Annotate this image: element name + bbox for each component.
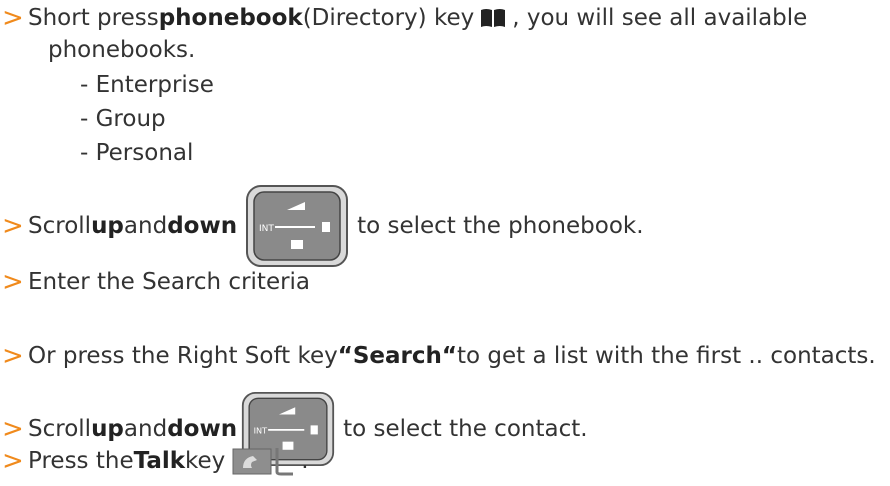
step-bold: down	[167, 416, 238, 442]
step-text: and	[123, 416, 168, 442]
step-text: to select the contact.	[343, 416, 588, 442]
step-text: to get a list with the first .. contacts…	[457, 343, 876, 369]
bullet-arrow: >	[2, 267, 24, 297]
step-text: and	[123, 213, 168, 239]
step-bold: down	[167, 213, 238, 239]
bullet-arrow: >	[2, 341, 24, 371]
talk-key-icon	[232, 448, 294, 476]
step-bold: “Search“	[337, 343, 458, 369]
step-bold: phonebook	[158, 5, 303, 31]
step-search: > Or press the Right Soft key “Search“ t…	[2, 342, 876, 370]
phonebook-item: - Enterprise	[80, 72, 214, 98]
step-text: Scroll	[28, 213, 92, 239]
step-text: , you will see all available	[512, 5, 808, 31]
step-bold: up	[91, 213, 124, 239]
step-phonebook: > Short press phonebook (Directory) key …	[2, 4, 807, 32]
step-bold: Talk	[133, 448, 186, 474]
nav-int-label: INT	[254, 426, 267, 436]
step-text: Scroll	[28, 416, 92, 442]
bullet-arrow: >	[2, 3, 24, 33]
step-continuation: phonebooks.	[48, 37, 196, 63]
nav-int-label: INT	[259, 224, 274, 234]
nav-key-icon: INT	[246, 185, 349, 267]
book-icon	[481, 9, 506, 27]
step-bold: up	[91, 416, 124, 442]
step-text: Or press the Right Soft key	[28, 343, 338, 369]
phonebook-item: - Group	[80, 106, 166, 132]
step-text: Short press	[28, 5, 159, 31]
bullet-arrow: >	[2, 414, 24, 444]
step-text: key	[185, 448, 226, 474]
step-text: (Directory) key	[302, 5, 475, 31]
step-enter-criteria: > Enter the Search criteria	[2, 268, 310, 296]
bullet-arrow: >	[2, 211, 24, 241]
step-text: .	[301, 448, 309, 474]
step-text: Enter the Search criteria	[28, 269, 311, 295]
phonebook-item: - Personal	[80, 140, 194, 166]
step-text: Press the	[28, 448, 134, 474]
bullet-arrow: >	[2, 446, 24, 476]
step-talk: > Press the Talk key .	[2, 446, 309, 476]
step-text: to select the phonebook.	[357, 213, 644, 239]
step-scroll-phonebook: > Scroll up and down INT to select the p…	[2, 184, 644, 268]
